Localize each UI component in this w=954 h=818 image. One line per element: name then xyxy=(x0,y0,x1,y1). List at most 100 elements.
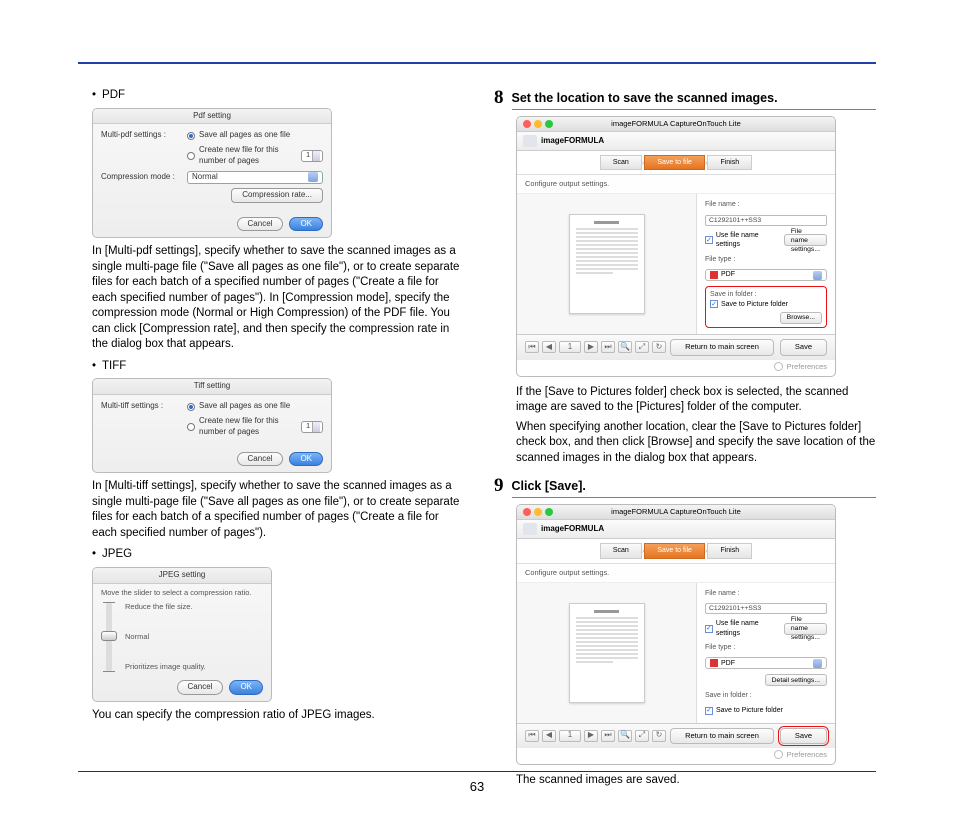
jpeg-instruction: Move the slider to select a compression … xyxy=(93,584,271,598)
file-name-field[interactable]: C1292101++SS3 xyxy=(705,603,827,614)
step-save[interactable]: Save to file xyxy=(644,155,705,170)
step-number: 8 xyxy=(494,88,504,107)
chevron-down-icon xyxy=(813,271,822,280)
tiff-dialog: Tiff setting Multi-tiff settings : Save … xyxy=(92,378,332,473)
step-scan[interactable]: Scan xyxy=(600,155,642,170)
page-field[interactable]: 1 xyxy=(559,730,581,742)
pdf-icon xyxy=(710,659,718,667)
file-name-field[interactable]: C1292101++SS3 xyxy=(705,215,827,226)
tiff-radio-newfile[interactable]: Create new file for this number of pages… xyxy=(187,416,323,438)
window-controls[interactable] xyxy=(523,508,553,516)
jpeg-label: JPEG xyxy=(102,547,132,563)
first-page-icon[interactable]: ⏮ xyxy=(525,341,539,353)
slider-thumb-icon[interactable] xyxy=(101,631,117,641)
save-button[interactable]: Save xyxy=(780,339,827,355)
rotate-icon[interactable]: ↻ xyxy=(652,730,666,742)
cancel-button[interactable]: Cancel xyxy=(237,452,284,467)
footer-rule xyxy=(78,771,876,772)
next-page-icon[interactable]: ▶ xyxy=(584,730,598,742)
step-9: 9 Click [Save]. xyxy=(494,476,876,498)
step-8: 8 Set the location to save the scanned i… xyxy=(494,88,876,110)
window-controls[interactable] xyxy=(523,120,553,128)
file-name-label: File name : xyxy=(705,200,827,209)
jpeg-dialog: JPEG setting Move the slider to select a… xyxy=(92,567,272,702)
step-finish[interactable]: Finish xyxy=(707,155,752,170)
file-name-label: File name : xyxy=(705,589,827,598)
pdf-radio-newfile[interactable]: Create new file for this number of pages… xyxy=(187,145,323,167)
prev-page-icon[interactable]: ◀ xyxy=(542,730,556,742)
filename-settings-button[interactable]: File name settings... xyxy=(784,234,827,246)
last-page-icon[interactable]: ⏭ xyxy=(601,730,615,742)
zoom-icon[interactable]: 🔍 xyxy=(618,341,632,353)
zoom-icon[interactable]: 🔍 xyxy=(618,730,632,742)
compression-mode-select[interactable]: Normal xyxy=(187,171,323,184)
first-page-icon[interactable]: ⏮ xyxy=(525,730,539,742)
save-location-highlight: Save in folder : ✓Save to Picture folder… xyxy=(705,286,827,328)
preferences-link[interactable]: Preferences xyxy=(787,362,827,372)
checkbox-icon[interactable]: ✓ xyxy=(710,300,718,308)
ok-button[interactable]: OK xyxy=(289,217,323,232)
tiff-radio-allpages[interactable]: Save all pages as one file xyxy=(187,401,290,412)
file-type-select[interactable]: PDF xyxy=(705,269,827,281)
preferences-link[interactable]: Preferences xyxy=(787,750,827,760)
page-nav: ⏮ ◀ 1 ▶ ⏭ 🔍 ⤢ ↻ xyxy=(525,341,666,353)
gear-icon[interactable] xyxy=(774,362,783,371)
save-to-pictures-check[interactable]: Save to Picture folder xyxy=(721,300,788,309)
slider-top-label: Reduce the file size. xyxy=(125,602,206,612)
step-underline xyxy=(512,497,877,498)
app-bottombar: ⏮ ◀ 1 ▶ ⏭ 🔍 ⤢ ↻ Return to main screen Sa… xyxy=(517,334,835,359)
zoom-icon[interactable] xyxy=(545,120,553,128)
cancel-button[interactable]: Cancel xyxy=(177,680,224,695)
header-rule xyxy=(78,62,876,64)
jpeg-slider[interactable] xyxy=(106,602,112,672)
minimize-icon[interactable] xyxy=(534,508,542,516)
pdf-pages-spinner[interactable]: 1 xyxy=(301,150,323,162)
jpeg-bullet: • JPEG xyxy=(92,547,460,563)
step-finish[interactable]: Finish xyxy=(707,543,752,558)
tiff-pages-spinner[interactable]: 1 xyxy=(301,421,323,433)
checkbox-icon[interactable]: ✓ xyxy=(705,236,713,244)
preview-pane xyxy=(517,583,697,723)
close-icon[interactable] xyxy=(523,120,531,128)
use-filename-check[interactable]: Use file name settings xyxy=(716,619,780,638)
page-field[interactable]: 1 xyxy=(559,341,581,353)
step8-text2: When specifying another location, clear … xyxy=(516,420,876,467)
save-to-pictures-check[interactable]: Save to Picture folder xyxy=(716,706,783,715)
app-window-step8: imageFORMULA CaptureOnTouch Lite imageFO… xyxy=(516,116,836,377)
save-button[interactable]: Save xyxy=(780,728,827,744)
pdf-radio-allpages[interactable]: Save all pages as one file xyxy=(187,130,290,141)
return-button[interactable]: Return to main screen xyxy=(670,339,774,355)
ok-button[interactable]: OK xyxy=(289,452,323,467)
rotate-icon[interactable]: ↻ xyxy=(652,341,666,353)
cancel-button[interactable]: Cancel xyxy=(237,217,284,232)
browse-button[interactable]: Browse... xyxy=(780,312,822,324)
multi-tiff-label: Multi-tiff settings : xyxy=(101,401,187,412)
slider-mid-label: Normal xyxy=(125,632,206,642)
next-page-icon[interactable]: ▶ xyxy=(584,341,598,353)
tiff-description: In [Multi-tiff settings], specify whethe… xyxy=(92,479,460,541)
gear-icon[interactable] xyxy=(774,750,783,759)
fit-icon[interactable]: ⤢ xyxy=(635,341,649,353)
app-toolbar: imageFORMULA xyxy=(517,132,835,151)
detail-settings-button[interactable]: Detail settings... xyxy=(765,674,827,686)
zoom-icon[interactable] xyxy=(545,508,553,516)
prev-page-icon[interactable]: ◀ xyxy=(542,341,556,353)
minimize-icon[interactable] xyxy=(534,120,542,128)
return-button[interactable]: Return to main screen xyxy=(670,728,774,744)
use-filename-check[interactable]: Use file name settings xyxy=(716,231,780,250)
app-toolbar: imageFORMULA xyxy=(517,520,835,539)
file-type-select[interactable]: PDF xyxy=(705,657,827,669)
ok-button[interactable]: OK xyxy=(229,680,263,695)
checkbox-icon[interactable]: ✓ xyxy=(705,707,713,715)
preview-page xyxy=(569,603,645,703)
fit-icon[interactable]: ⤢ xyxy=(635,730,649,742)
checkbox-icon[interactable]: ✓ xyxy=(705,625,713,633)
step-save[interactable]: Save to file xyxy=(644,543,705,558)
step-scan[interactable]: Scan xyxy=(600,543,642,558)
step-9-title: Click [Save]. xyxy=(512,478,877,495)
close-icon[interactable] xyxy=(523,508,531,516)
compression-rate-button[interactable]: Compression rate... xyxy=(231,188,323,203)
radio-icon xyxy=(187,132,195,140)
filename-settings-button[interactable]: File name settings... xyxy=(784,623,827,635)
last-page-icon[interactable]: ⏭ xyxy=(601,341,615,353)
